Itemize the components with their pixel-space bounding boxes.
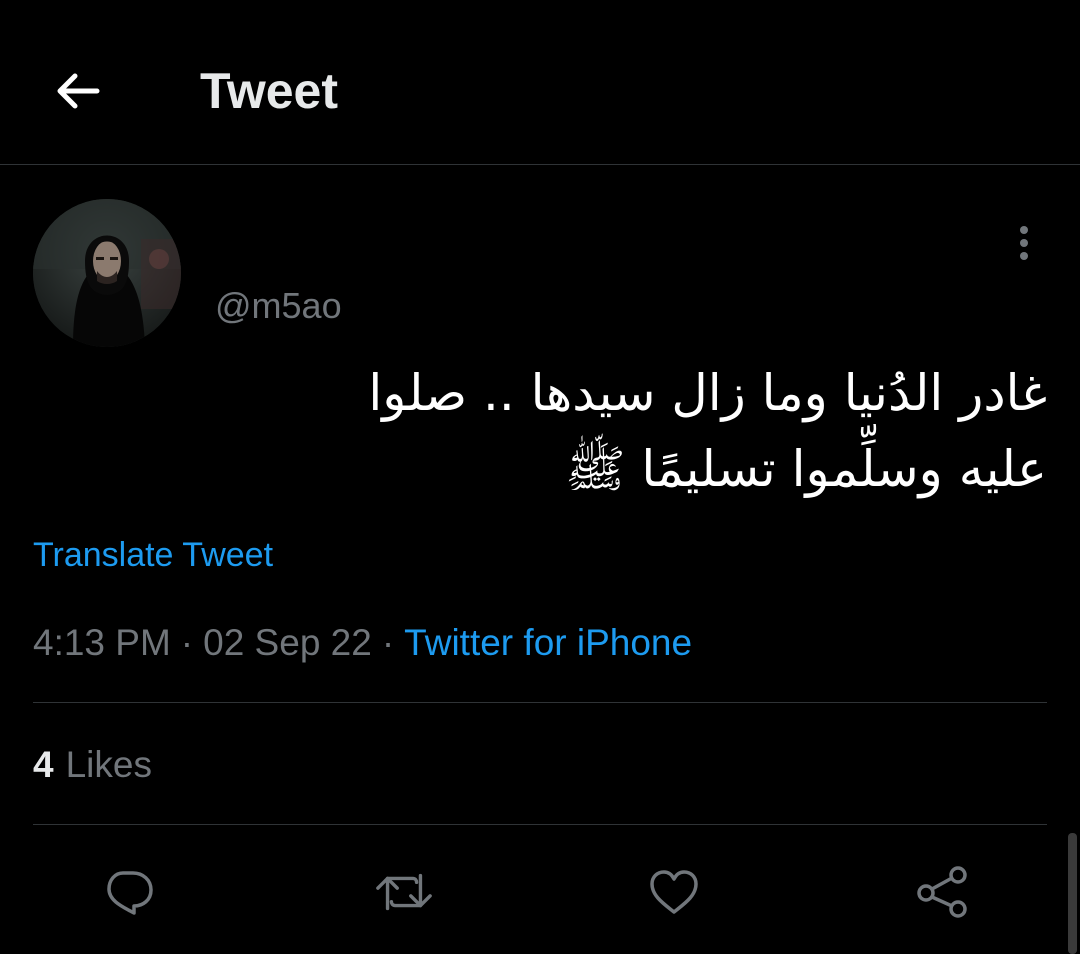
- tweet-source-link[interactable]: Twitter for iPhone: [404, 622, 692, 663]
- tweet-time: 4:13 PM: [33, 622, 171, 663]
- profile-photo: [33, 199, 181, 347]
- retweet-icon: [376, 873, 432, 911]
- share-icon: [917, 866, 967, 918]
- tweet-text-line: غادر الدُنيا وما زال سيدها .. صلوا: [368, 364, 1047, 422]
- retweet-button[interactable]: [374, 862, 434, 922]
- more-options-button[interactable]: [1004, 220, 1044, 266]
- more-vertical-icon: [1020, 226, 1028, 260]
- tweet-metadata: 4:13 PM · 02 Sep 22 · Twitter for iPhone: [33, 620, 692, 666]
- heart-icon: [650, 870, 698, 914]
- share-button[interactable]: [912, 862, 972, 922]
- translate-tweet-link[interactable]: Translate Tweet: [33, 533, 273, 577]
- like-button[interactable]: [644, 862, 704, 922]
- tweet-text-line: عليه وسلِّموا تسليمًا ﷺ: [565, 440, 1047, 498]
- arrow-left-icon: [57, 73, 100, 109]
- tweet-text: غادر الدُنيا وما زال سيدها .. صلوا عليه …: [47, 355, 1047, 507]
- back-button[interactable]: [44, 58, 110, 124]
- top-bar: Tweet: [0, 0, 1080, 165]
- likes-stat[interactable]: 4 Likes: [33, 742, 152, 788]
- divider: [33, 824, 1047, 825]
- meta-separator: ·: [381, 622, 395, 663]
- tweet-date: 02 Sep 22: [203, 622, 372, 663]
- reply-button[interactable]: [98, 862, 158, 922]
- likes-count: 4: [33, 744, 54, 785]
- scrollbar[interactable]: [1068, 833, 1077, 954]
- meta-separator: ·: [180, 622, 194, 663]
- page-title: Tweet: [200, 63, 338, 119]
- author-handle[interactable]: @m5ao: [215, 284, 342, 328]
- likes-label: Likes: [65, 744, 152, 785]
- divider: [33, 702, 1047, 703]
- avatar[interactable]: [33, 199, 181, 347]
- comment-icon: [107, 871, 153, 915]
